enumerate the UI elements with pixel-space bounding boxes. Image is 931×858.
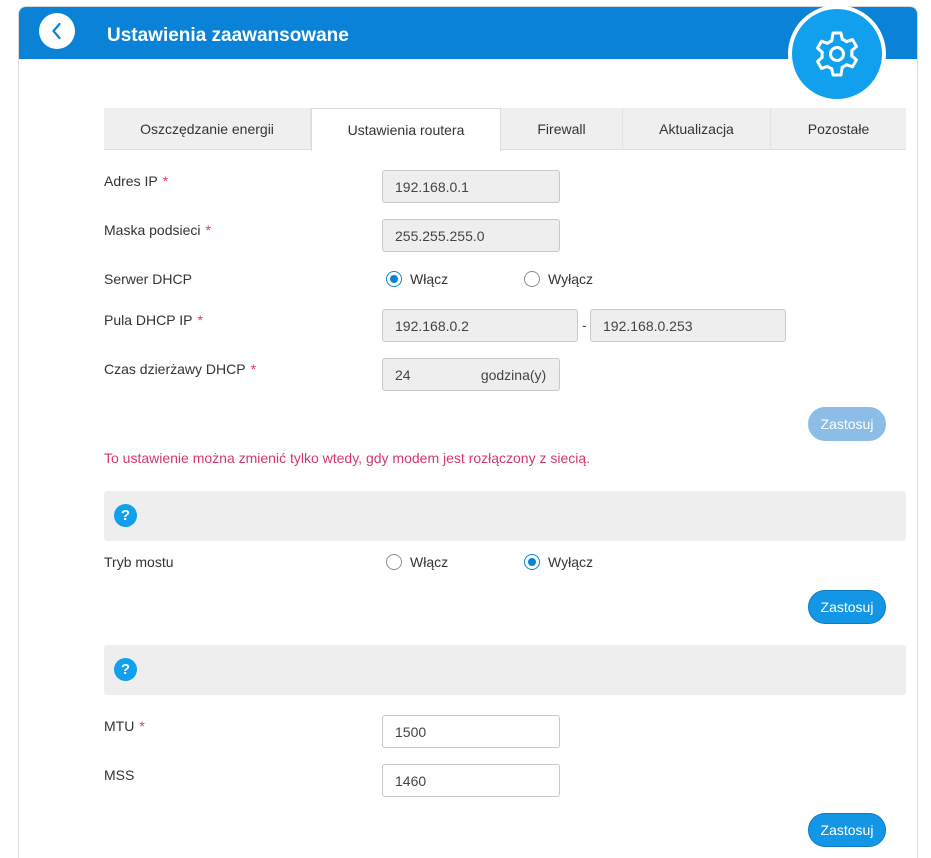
- header-bar: Ustawienia zaawansowane: [19, 7, 917, 59]
- tab-firewall[interactable]: Firewall: [501, 108, 623, 150]
- help-icon[interactable]: ?: [114, 658, 137, 681]
- bridge-apply-button[interactable]: Zastosuj: [808, 590, 886, 624]
- mss-input[interactable]: 1460: [382, 764, 560, 797]
- bridge-mode-label: Tryb mostu: [104, 554, 174, 570]
- required-mark: *: [205, 222, 211, 238]
- back-button[interactable]: [39, 13, 75, 49]
- settings-badge: [788, 5, 886, 103]
- lease-unit: godzina(y): [468, 358, 560, 391]
- mtu-label: MTU *: [104, 718, 145, 734]
- radio-unchecked-icon: [386, 554, 402, 570]
- dhcp-on-radio[interactable]: Włącz: [386, 271, 448, 287]
- dhcp-lease-field: 24: [382, 358, 469, 391]
- dhcp-off-radio[interactable]: Wyłącz: [524, 271, 593, 287]
- tab-update[interactable]: Aktualizacja: [623, 108, 771, 150]
- dhcp-pool-label: Pula DHCP IP *: [104, 312, 203, 328]
- mtu-input[interactable]: 1500: [382, 715, 560, 748]
- mss-label: MSS: [104, 767, 135, 783]
- dhcp-pool-start-field: 192.168.0.2: [382, 309, 578, 342]
- mtu-apply-button[interactable]: Zastosuj: [808, 813, 886, 847]
- pool-separator: -: [582, 317, 587, 333]
- bridge-on-radio[interactable]: Włącz: [386, 554, 448, 570]
- ip-address-label: Adres IP *: [104, 173, 169, 189]
- required-mark: *: [139, 718, 145, 734]
- gear-icon: [816, 31, 858, 77]
- mtu-help-bar: ?: [104, 645, 906, 695]
- bridge-off-radio[interactable]: Wyłącz: [524, 554, 593, 570]
- dhcp-pool-end-field: 192.168.0.253: [590, 309, 786, 342]
- tab-router-settings[interactable]: Ustawienia routera: [311, 108, 501, 151]
- radio-unchecked-icon: [524, 271, 540, 287]
- settings-tabs: Oszczędzanie energii Ustawienia routera …: [104, 108, 906, 151]
- required-mark: *: [197, 312, 203, 328]
- ip-address-field: 192.168.0.1: [382, 170, 560, 203]
- bridge-help-bar: ?: [104, 491, 906, 541]
- tab-other[interactable]: Pozostałe: [771, 108, 906, 150]
- page-title: Ustawienia zaawansowane: [107, 25, 349, 46]
- subnet-mask-label: Maska podsieci *: [104, 222, 211, 238]
- radio-checked-icon: [524, 554, 540, 570]
- subnet-mask-field: 255.255.255.0: [382, 219, 560, 252]
- warning-note: To ustawienie można zmienić tylko wtedy,…: [104, 450, 591, 466]
- tab-energy-saving[interactable]: Oszczędzanie energii: [104, 108, 311, 150]
- required-mark: *: [162, 173, 169, 189]
- chevron-left-icon: [52, 22, 61, 40]
- radio-checked-icon: [386, 271, 402, 287]
- dhcp-lease-label: Czas dzierżawy DHCP *: [104, 361, 257, 377]
- help-icon[interactable]: ?: [114, 504, 137, 527]
- required-mark: *: [250, 361, 257, 377]
- dhcp-server-label: Serwer DHCP: [104, 271, 192, 287]
- router-apply-button[interactable]: Zastosuj: [808, 407, 886, 441]
